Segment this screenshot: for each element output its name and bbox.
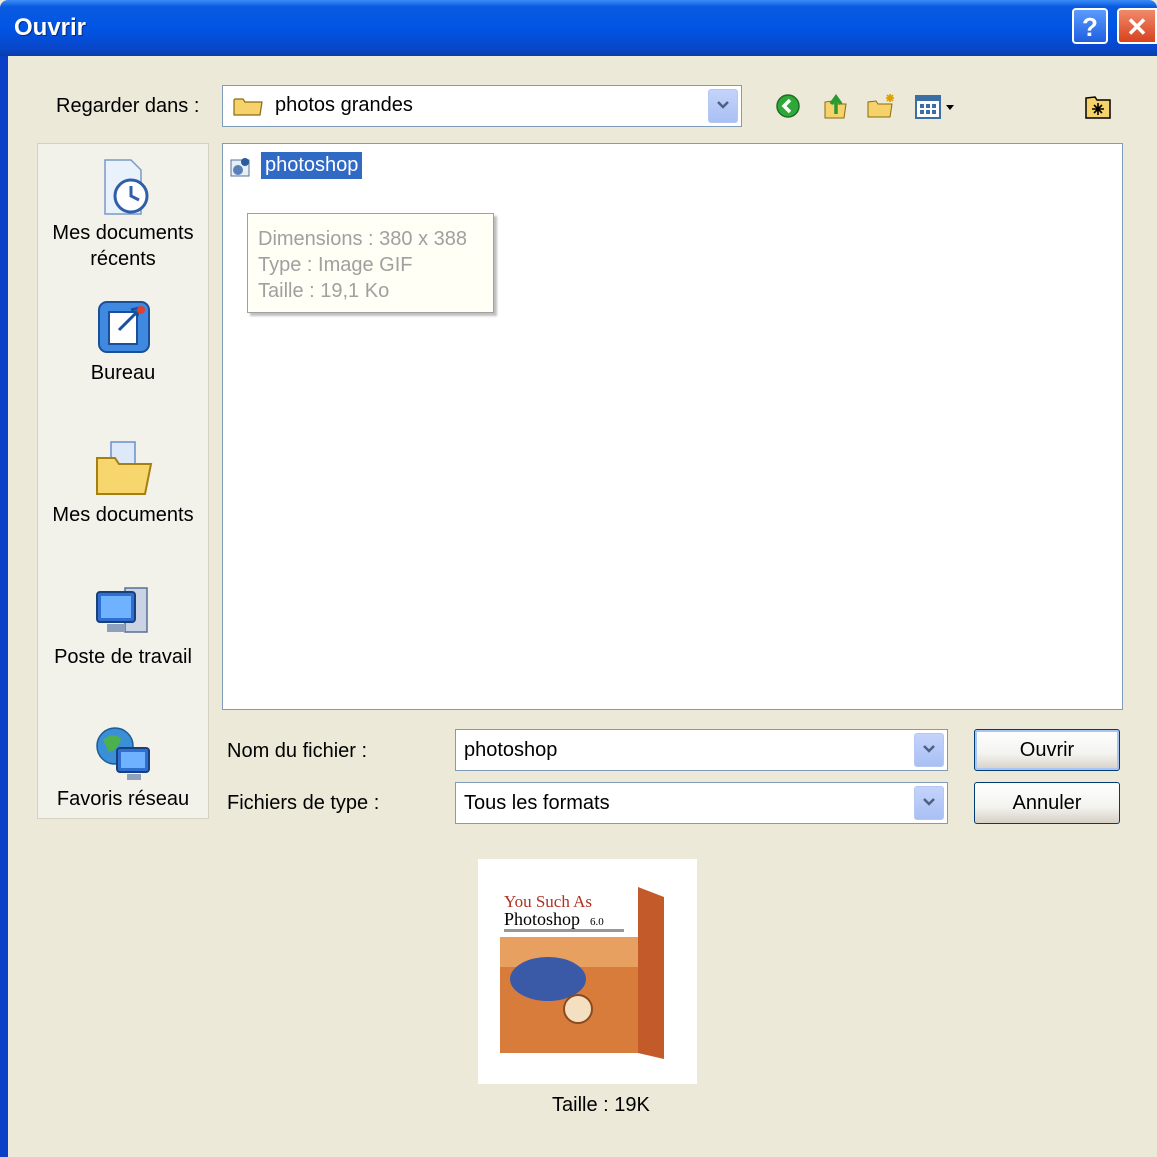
preview-thumbnail: You Such As Photoshop 6.0 xyxy=(498,887,664,1059)
file-info-tooltip: Dimensions : 380 x 388 Type : Image GIF … xyxy=(247,213,494,313)
recent-documents-icon xyxy=(104,159,149,215)
preview-size-label: Taille : 19K xyxy=(552,1094,650,1116)
new-folder-icon[interactable] xyxy=(866,92,896,120)
place-label: Favoris réseau xyxy=(56,788,190,810)
chevron-down-icon xyxy=(717,101,729,109)
help-button[interactable]: ? xyxy=(1072,8,1108,44)
place-label: Bureau xyxy=(90,362,156,384)
place-network[interactable]: Favoris réseau xyxy=(38,722,208,812)
chevron-down-icon xyxy=(923,745,935,753)
file-name-input[interactable]: photoshop xyxy=(455,729,948,771)
folder-icon xyxy=(233,98,263,116)
open-button[interactable]: Ouvrir xyxy=(974,729,1120,771)
preview-box-version: 6.0 xyxy=(590,916,604,928)
place-my-documents[interactable]: Mes documents xyxy=(38,438,208,528)
title-bar[interactable]: Ouvrir ? ✕ xyxy=(0,0,1157,56)
tooltip-type: Type : Image GIF xyxy=(258,254,413,276)
file-name-label: Nom du fichier : xyxy=(227,740,368,762)
tooltip-size: Taille : 19,1 Ko xyxy=(258,280,390,302)
tooltip-dimensions: Dimensions : 380 x 388 xyxy=(258,228,468,250)
network-places-icon xyxy=(96,727,150,780)
my-computer-icon xyxy=(96,587,148,633)
file-name-value: photoshop xyxy=(464,739,558,761)
back-icon[interactable] xyxy=(773,92,803,120)
gif-image-icon xyxy=(230,158,250,177)
cancel-button[interactable]: Annuler xyxy=(974,782,1120,824)
place-desktop[interactable]: Bureau xyxy=(38,296,208,386)
close-button[interactable]: ✕ xyxy=(1117,8,1157,44)
file-type-label: Fichiers de type : xyxy=(227,792,380,814)
look-in-dropdown[interactable]: photos grandes xyxy=(222,85,742,127)
preview-box-line2: Photoshop xyxy=(504,909,580,929)
place-label: Poste de travail xyxy=(54,646,192,668)
file-type-dropdown[interactable]: Tous les formats xyxy=(455,782,948,824)
desktop-icon xyxy=(98,301,150,353)
file-list[interactable]: photoshop Dimensions : 380 x 388 Type : … xyxy=(222,143,1123,710)
my-documents-icon xyxy=(96,441,153,495)
place-label: Mes documents récents xyxy=(52,222,194,270)
file-name: photoshop xyxy=(261,152,363,179)
chevron-down-icon xyxy=(923,798,935,806)
file-type-value: Tous les formats xyxy=(464,792,610,814)
image-preview: You Such As Photoshop 6.0 xyxy=(478,859,697,1084)
up-folder-icon[interactable] xyxy=(820,92,850,120)
desktop-shortcut-icon[interactable] xyxy=(1083,92,1113,120)
file-type-dropdown-button[interactable] xyxy=(914,786,944,820)
place-my-computer[interactable]: Poste de travail xyxy=(38,580,208,670)
look-in-value: photos grandes xyxy=(275,94,413,116)
place-recent-documents[interactable]: Mes documents récents xyxy=(38,156,208,272)
places-bar: Mes documents récents Bureau Mes documen… xyxy=(37,143,209,819)
window-title: Ouvrir xyxy=(14,14,87,41)
window-frame-left xyxy=(0,56,8,1157)
look-in-label: Regarder dans : xyxy=(56,95,200,117)
look-in-dropdown-button[interactable] xyxy=(708,89,738,123)
place-label: Mes documents xyxy=(52,504,194,526)
views-menu-icon[interactable] xyxy=(914,92,960,120)
file-name-dropdown-button[interactable] xyxy=(914,733,944,767)
